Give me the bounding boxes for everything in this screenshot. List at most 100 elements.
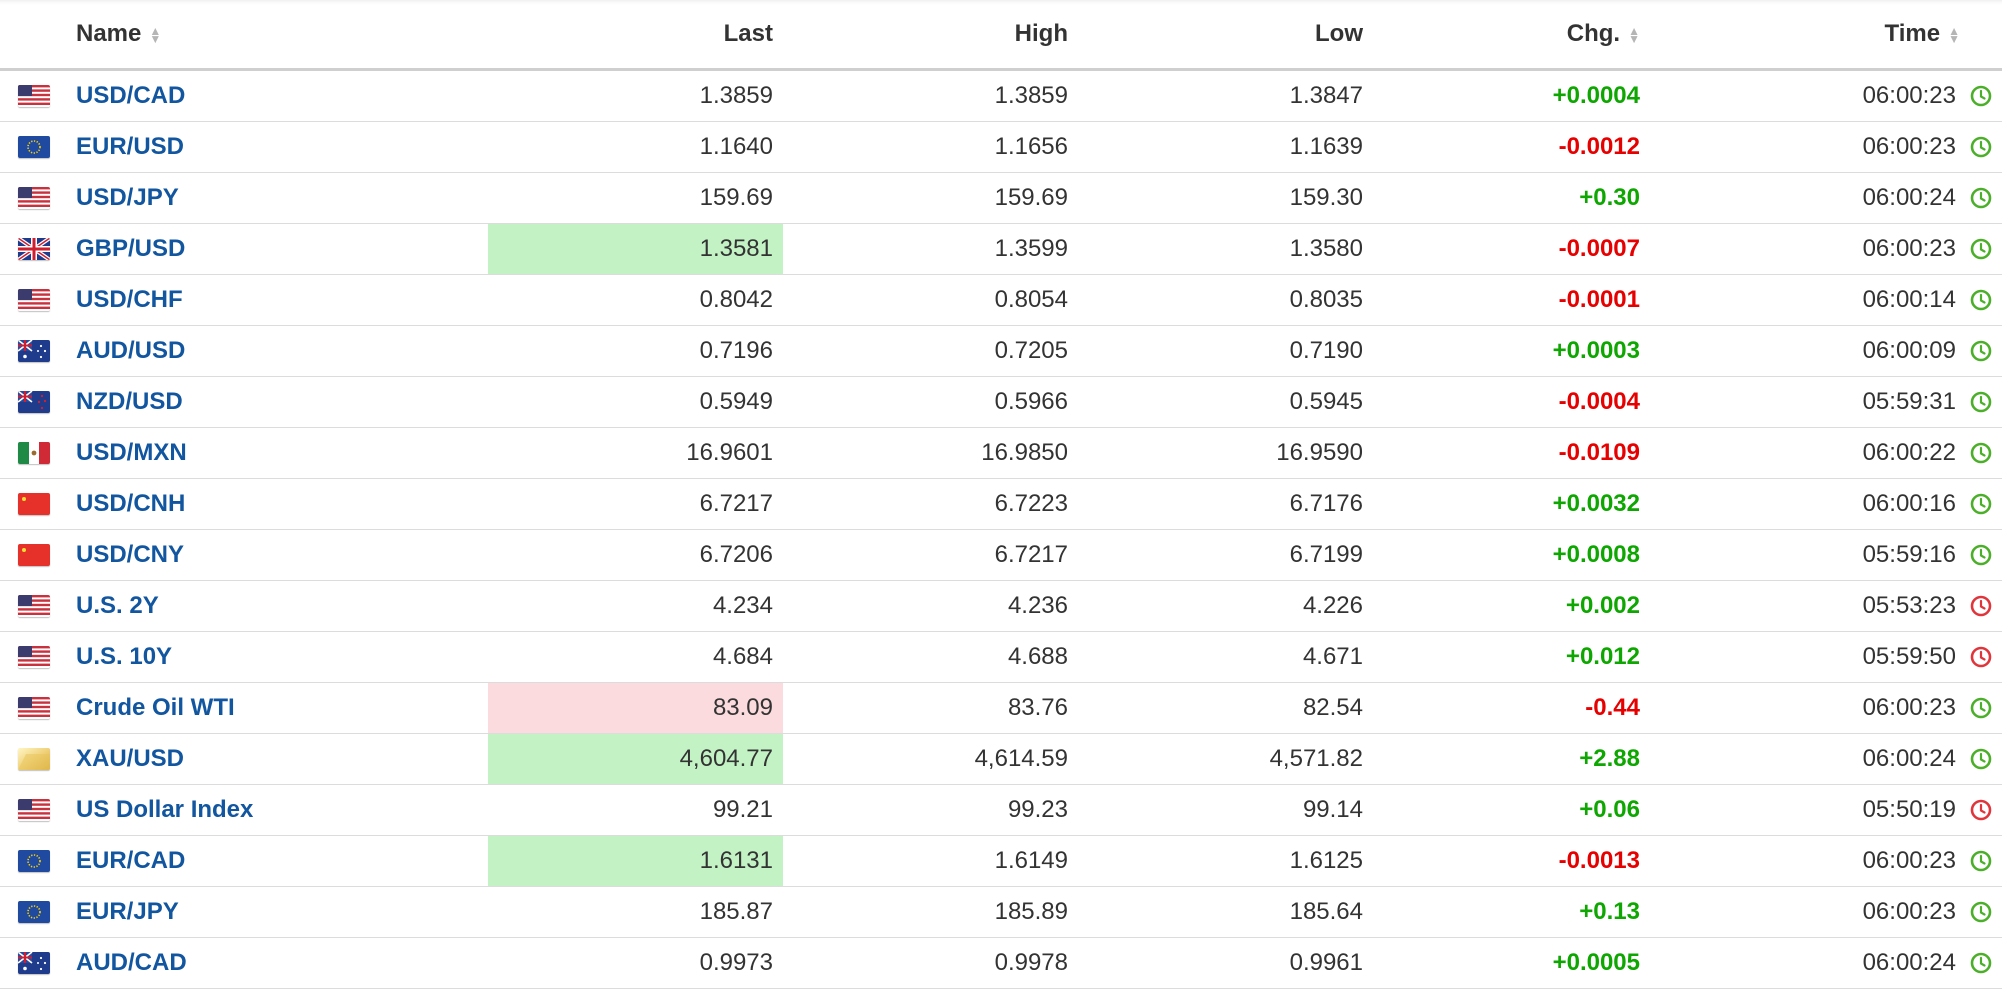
name-cell: XAU/USD [72, 733, 488, 785]
clock-icon [1970, 493, 1992, 515]
name-cell: USD/CHF [72, 274, 488, 326]
mx-flag-icon [18, 442, 50, 464]
name-cell: USD/CNY [72, 529, 488, 581]
instrument-link-xau-usd[interactable]: XAU/USD [76, 745, 184, 772]
instrument-link-nzd-usd[interactable]: NZD/USD [76, 388, 183, 415]
last-price: 159.69 [488, 172, 783, 224]
time-cell: 06:00:09 [1650, 325, 2002, 377]
high-price: 0.7205 [783, 325, 1078, 377]
flag-cell [0, 172, 72, 224]
time-column-header[interactable]: Time ▲ ▼ [1650, 0, 2002, 71]
table-row[interactable]: USD/JPY 159.69 159.69 159.30 +0.30 06:00:24 [0, 172, 2002, 224]
clock-icon [1970, 646, 1992, 668]
sort-icon[interactable]: ▲ ▼ [1628, 25, 1640, 45]
clock-icon [1970, 697, 1992, 719]
flag-cell [0, 580, 72, 632]
sort-icon[interactable]: ▲ ▼ [1948, 25, 1960, 45]
gold-flag-icon [18, 748, 50, 770]
last-column-header: Last [488, 0, 783, 71]
instrument-link-usd-chf[interactable]: USD/CHF [76, 286, 183, 313]
time-value: 06:00:24 [1862, 184, 1956, 212]
name-cell: AUD/CAD [72, 937, 488, 989]
time-value: 06:00:09 [1862, 337, 1956, 365]
clock-icon [1970, 748, 1992, 770]
time-value: 05:59:50 [1862, 643, 1956, 671]
us-flag-icon [18, 85, 50, 107]
flag-cell [0, 733, 72, 785]
table-row[interactable]: USD/MXN 16.9601 16.9850 16.9590 -0.0109 06:00… [0, 427, 2002, 479]
name-cell: USD/CNH [72, 478, 488, 530]
sort-icon[interactable]: ▲ ▼ [149, 25, 161, 45]
instrument-link-usd-cny[interactable]: USD/CNY [76, 541, 184, 568]
name-column-header[interactable]: Name ▲ ▼ [72, 0, 488, 71]
change-value: -0.0004 [1373, 376, 1650, 428]
nz-flag-icon [18, 391, 50, 413]
table-row[interactable]: NZD/USD 0.5949 0.5966 0.5945 -0.0004 05:59:31 [0, 376, 2002, 428]
table-row[interactable]: USD/CHF 0.8042 0.8054 0.8035 -0.0001 06:00:14 [0, 274, 2002, 326]
table-row[interactable]: EUR/CAD 1.6131 1.6149 1.6125 -0.0013 06:00:23 [0, 835, 2002, 887]
clock-icon [1970, 850, 1992, 872]
time-value: 06:00:16 [1862, 490, 1956, 518]
last-price: 185.87 [488, 886, 783, 938]
name-cell: NZD/USD [72, 376, 488, 428]
change-value: -0.44 [1373, 682, 1650, 734]
table-row[interactable]: XAU/USD 4,604.77 4,614.59 4,571.82 +2.88 06:0… [0, 733, 2002, 785]
high-price: 0.5966 [783, 376, 1078, 428]
last-price: 0.8042 [488, 274, 783, 326]
us-flag-icon [18, 799, 50, 821]
low-price: 0.7190 [1078, 325, 1373, 377]
table-row[interactable]: USD/CAD 1.3859 1.3859 1.3847 +0.0004 06:00:23 [0, 69, 2002, 122]
table-row[interactable]: Crude Oil WTI 83.09 83.76 82.54 -0.44 06:00:2… [0, 682, 2002, 734]
table-row[interactable]: U.S. 10Y 4.684 4.688 4.671 +0.012 05:59:50 [0, 631, 2002, 683]
instrument-link-u-s-2y[interactable]: U.S. 2Y [76, 592, 159, 619]
last-price: 0.5949 [488, 376, 783, 428]
clock-icon [1970, 340, 1992, 362]
last-price: 4.684 [488, 631, 783, 683]
instrument-link-crude-oil-wti[interactable]: Crude Oil WTI [76, 694, 235, 721]
last-price: 83.09 [488, 682, 783, 734]
instrument-link-usd-cad[interactable]: USD/CAD [76, 82, 185, 109]
table-row[interactable]: USD/CNH 6.7217 6.7223 6.7176 +0.0032 06:00:16 [0, 478, 2002, 530]
low-price: 0.8035 [1078, 274, 1373, 326]
instrument-link-u-s-10y[interactable]: U.S. 10Y [76, 643, 172, 670]
flag-cell [0, 121, 72, 173]
instrument-link-usd-mxn[interactable]: USD/MXN [76, 439, 187, 466]
time-value: 06:00:23 [1862, 82, 1956, 110]
instrument-link-usd-cnh[interactable]: USD/CNH [76, 490, 185, 517]
last-price: 1.6131 [488, 835, 783, 887]
time-cell: 06:00:16 [1650, 478, 2002, 530]
name-cell: U.S. 10Y [72, 631, 488, 683]
instrument-link-aud-cad[interactable]: AUD/CAD [76, 949, 187, 976]
table-row[interactable]: US Dollar Index 99.21 99.23 99.14 +0.06 05:50… [0, 784, 2002, 836]
instrument-link-eur-usd[interactable]: EUR/USD [76, 133, 184, 160]
table-row[interactable]: AUD/USD 0.7196 0.7205 0.7190 +0.0003 06:00:09 [0, 325, 2002, 377]
table-row[interactable]: EUR/JPY 185.87 185.89 185.64 +0.13 06:00:23 [0, 886, 2002, 938]
instrument-link-gbp-usd[interactable]: GBP/USD [76, 235, 185, 262]
table-row[interactable]: AUD/CAD 0.9973 0.9978 0.9961 +0.0005 06:00:24 [0, 937, 2002, 989]
clock-icon [1970, 391, 1992, 413]
header-row: Name ▲ ▼ Last High Low Chg. ▲ ▼ Time ▲ ▼ [0, 0, 2002, 71]
time-cell: 06:00:23 [1650, 886, 2002, 938]
us-flag-icon [18, 646, 50, 668]
instrument-link-eur-jpy[interactable]: EUR/JPY [76, 898, 179, 925]
us-flag-icon [18, 697, 50, 719]
clock-icon [1970, 187, 1992, 209]
table-row[interactable]: GBP/USD 1.3581 1.3599 1.3580 -0.0007 06:00:23 [0, 223, 2002, 275]
instrument-link-usd-jpy[interactable]: USD/JPY [76, 184, 179, 211]
high-price: 16.9850 [783, 427, 1078, 479]
table-row[interactable]: EUR/USD 1.1640 1.1656 1.1639 -0.0012 06:00:23 [0, 121, 2002, 173]
clock-icon [1970, 952, 1992, 974]
last-price: 16.9601 [488, 427, 783, 479]
instrument-link-us-dollar-index[interactable]: US Dollar Index [76, 796, 253, 823]
table-row[interactable]: U.S. 2Y 4.234 4.236 4.226 +0.002 05:53:23 [0, 580, 2002, 632]
table-row[interactable]: USD/CNY 6.7206 6.7217 6.7199 +0.0008 05:59:16 [0, 529, 2002, 581]
time-cell: 06:00:23 [1650, 835, 2002, 887]
high-price: 4,614.59 [783, 733, 1078, 785]
time-value: 05:50:19 [1862, 796, 1956, 824]
instrument-link-aud-usd[interactable]: AUD/USD [76, 337, 185, 364]
name-cell: GBP/USD [72, 223, 488, 275]
low-price: 1.3847 [1078, 69, 1373, 122]
last-price: 0.7196 [488, 325, 783, 377]
instrument-link-eur-cad[interactable]: EUR/CAD [76, 847, 185, 874]
chg-column-header[interactable]: Chg. ▲ ▼ [1373, 0, 1650, 71]
